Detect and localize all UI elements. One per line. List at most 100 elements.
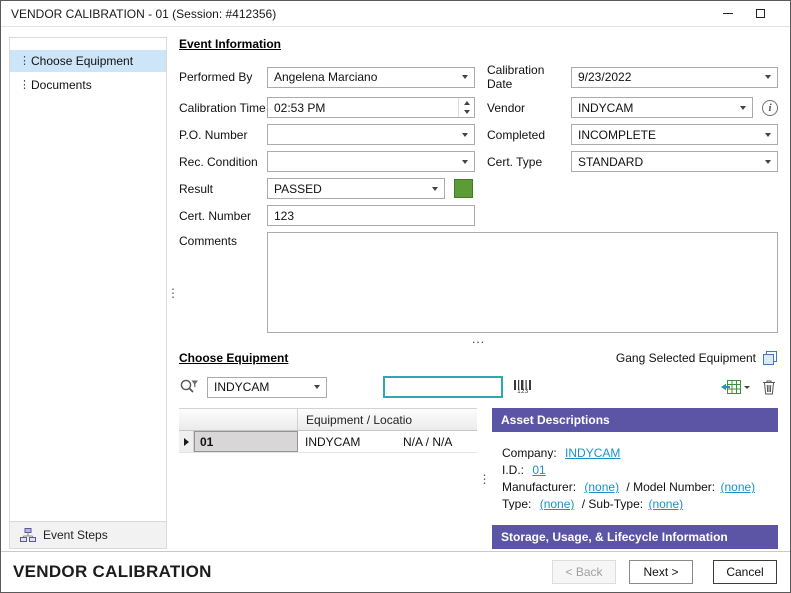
- rec-condition-combobox[interactable]: [267, 151, 475, 172]
- chevron-down-icon: [740, 106, 746, 110]
- calibration-date-label: Calibration Date: [475, 63, 571, 91]
- subtype-link[interactable]: (none): [648, 498, 683, 510]
- table-row[interactable]: 01 INDYCAM N/A / N/A: [179, 431, 477, 453]
- form-row: P.O. Number Completed INCOMPLETE: [179, 124, 778, 145]
- row-indicator-cell: [179, 431, 194, 452]
- horizontal-splitter[interactable]: ...: [179, 335, 778, 348]
- chevron-down-icon: [765, 160, 771, 164]
- chevron-down-icon: [462, 75, 468, 79]
- form-row: Comments: [179, 232, 778, 333]
- form-row: Rec. Condition Cert. Type STANDARD: [179, 151, 778, 172]
- grid-corner-cell: [179, 409, 298, 430]
- grid-asset-splitter[interactable]: ⋮: [477, 408, 492, 549]
- chevron-down-icon: [765, 75, 771, 79]
- storage-usage-lifecycle-header[interactable]: Storage, Usage, & Lifecycle Information: [492, 525, 778, 549]
- splitter-dots-icon: ⋮: [479, 472, 491, 486]
- cert-number-input[interactable]: [267, 205, 475, 226]
- completed-combobox[interactable]: INCOMPLETE: [571, 124, 778, 145]
- result-status-swatch: [454, 179, 473, 198]
- result-label: Result: [179, 182, 267, 196]
- calibration-time-spinner[interactable]: 02:53 PM: [267, 97, 475, 118]
- titlebar: VENDOR CALIBRATION - 01 (Session: #41235…: [1, 1, 790, 27]
- grip-icon: ⋮: [19, 80, 24, 91]
- delete-trash-icon[interactable]: [762, 379, 776, 395]
- asset-descriptions-panel: Asset Descriptions Company: INDYCAM I.D.…: [492, 408, 778, 549]
- model-number-label: / Model Number:: [626, 481, 715, 493]
- barcode-scan-icon[interactable]: 123: [513, 380, 533, 395]
- chevron-down-icon: [462, 160, 468, 164]
- chevron-down-icon: [744, 386, 750, 389]
- vendor-combobox[interactable]: INDYCAM: [571, 97, 753, 118]
- window-title: VENDOR CALIBRATION - 01 (Session: #41235…: [11, 7, 712, 21]
- sidebar-nav: ⋮ Choose Equipment ⋮ Documents: [10, 38, 166, 98]
- chevron-up-icon: [464, 101, 470, 105]
- dialog-body: ⋮ Choose Equipment ⋮ Documents Event Ste…: [1, 27, 790, 551]
- type-link[interactable]: (none): [540, 498, 575, 510]
- vendor-label: Vendor: [475, 101, 571, 115]
- equipment-filter-combobox[interactable]: INDYCAM: [207, 377, 327, 398]
- manufacturer-link[interactable]: (none): [584, 481, 619, 493]
- grid-header-row: Equipment / Locatio: [179, 408, 477, 431]
- main-panel: Event Information Performed By Angelena …: [179, 37, 782, 549]
- po-number-label: P.O. Number: [179, 128, 267, 142]
- info-icon[interactable]: i: [762, 100, 778, 116]
- event-steps-label: Event Steps: [43, 528, 108, 542]
- page-title: VENDOR CALIBRATION: [13, 562, 212, 582]
- asset-descriptions-header: Asset Descriptions: [492, 408, 778, 432]
- vendor-calibration-dialog: VENDOR CALIBRATION - 01 (Session: #41235…: [0, 0, 791, 593]
- chevron-down-icon: [464, 110, 470, 114]
- event-steps-button[interactable]: Event Steps: [10, 521, 166, 548]
- id-link[interactable]: 01: [532, 464, 545, 476]
- spin-up-button[interactable]: [459, 98, 474, 108]
- performed-by-combobox[interactable]: Angelena Marciano: [267, 67, 475, 88]
- comments-textarea[interactable]: [267, 232, 778, 333]
- result-combobox[interactable]: PASSED: [267, 178, 445, 199]
- barcode-digits: 123: [517, 389, 529, 395]
- maximize-icon: [756, 9, 765, 18]
- po-number-combobox[interactable]: [267, 124, 475, 145]
- form-row: Calibration Time 02:53 PM Vendor INDYCAM…: [179, 97, 778, 118]
- grip-icon: ⋮: [19, 56, 24, 67]
- spinner-buttons: [458, 98, 474, 117]
- form-row: Performed By Angelena Marciano Calibrati…: [179, 63, 778, 91]
- minimize-button[interactable]: [712, 1, 744, 26]
- company-link[interactable]: INDYCAM: [565, 447, 620, 459]
- equipment-toolbar: INDYCAM 123: [179, 375, 778, 399]
- row-indicator-icon: [184, 438, 189, 446]
- id-label: I.D.:: [502, 464, 524, 476]
- model-number-link[interactable]: (none): [720, 481, 755, 493]
- back-button[interactable]: < Back: [552, 560, 616, 584]
- calibration-time-label: Calibration Time: [179, 101, 267, 115]
- minimize-icon: [723, 13, 733, 14]
- sidebar-item-documents[interactable]: ⋮ Documents: [10, 74, 166, 96]
- gang-copy-icon: [762, 350, 778, 366]
- sidebar-item-choose-equipment[interactable]: ⋮ Choose Equipment: [10, 50, 166, 72]
- form-row: Cert. Number: [179, 205, 778, 226]
- scan-equipment-input[interactable]: [383, 376, 503, 398]
- column-chooser-icon[interactable]: [721, 379, 750, 395]
- grid-empty-area: [179, 453, 477, 549]
- next-button[interactable]: Next >: [629, 560, 693, 584]
- manufacturer-label: Manufacturer:: [502, 481, 576, 493]
- asset-type-row: Type: (none) / Sub-Type: (none): [502, 498, 768, 510]
- sidebar-item-label: Documents: [31, 78, 92, 92]
- asset-descriptions-body: Company: INDYCAM I.D.: 01 Manufacturer: …: [492, 432, 778, 525]
- calibration-date-combobox[interactable]: 9/23/2022: [571, 67, 778, 88]
- splitter-dots-icon: ...: [472, 332, 485, 346]
- form-row: Result PASSED: [179, 178, 778, 199]
- search-filter-icon[interactable]: [179, 378, 199, 396]
- cert-type-combobox[interactable]: STANDARD: [571, 151, 778, 172]
- company-label: Company:: [502, 447, 557, 459]
- gang-selected-equipment-button[interactable]: Gang Selected Equipment: [616, 350, 778, 366]
- row-location-cell: N/A / N/A: [396, 431, 477, 452]
- grid-header-equipment-location[interactable]: Equipment / Locatio: [298, 409, 477, 430]
- cancel-button[interactable]: Cancel: [713, 560, 777, 584]
- sidebar-splitter[interactable]: ⋮: [167, 37, 179, 549]
- spin-down-button[interactable]: [459, 108, 474, 118]
- maximize-button[interactable]: [744, 1, 776, 26]
- splitter-dots-icon: ⋮: [167, 286, 179, 300]
- toolbar-right-icons: [721, 379, 776, 395]
- completed-label: Completed: [475, 128, 571, 142]
- footer-buttons: < Back Next > Cancel: [552, 560, 777, 584]
- subtype-label: / Sub-Type:: [582, 498, 643, 510]
